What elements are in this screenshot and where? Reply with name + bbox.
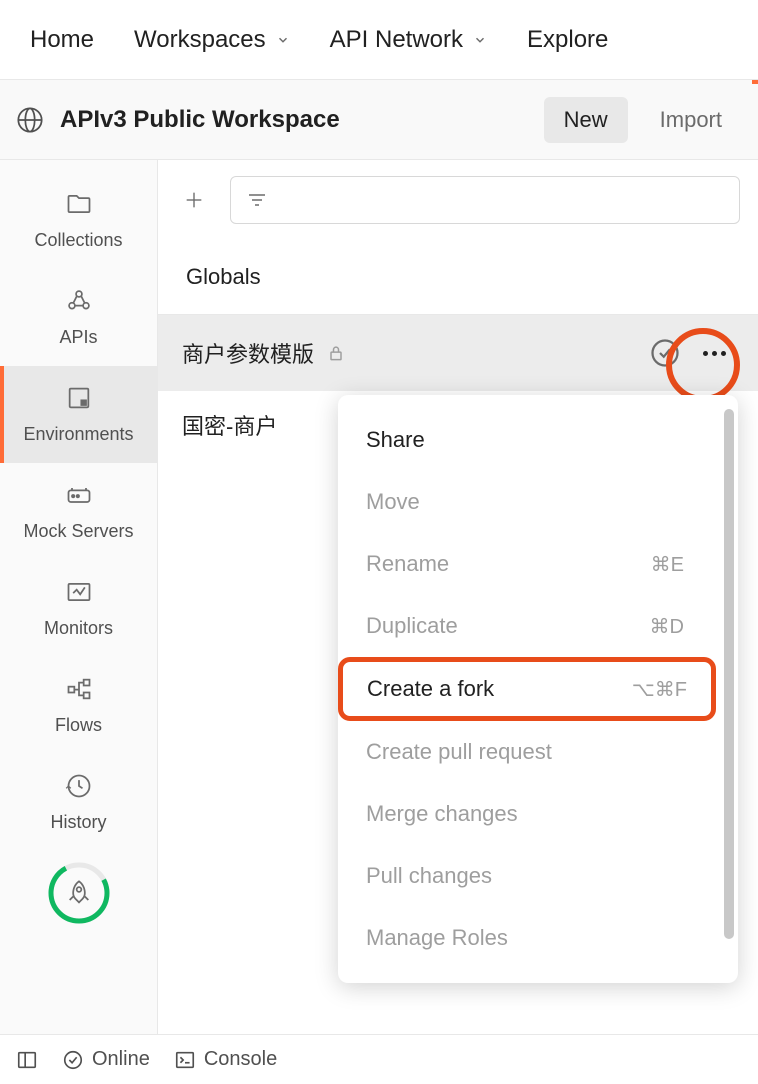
top-nav: Home Workspaces API Network Explore bbox=[0, 0, 758, 80]
menu-merge-changes: Merge changes bbox=[338, 783, 712, 845]
import-button[interactable]: Import bbox=[640, 97, 742, 143]
nav-home[interactable]: Home bbox=[30, 26, 94, 54]
context-menu: Share Move Rename⌘E Duplicate⌘D Create a… bbox=[338, 395, 738, 983]
sidebar-label: History bbox=[50, 812, 106, 833]
filter-icon bbox=[245, 188, 269, 212]
sidebar-label: Collections bbox=[34, 230, 122, 251]
console-icon bbox=[174, 1049, 196, 1071]
menu-pull-changes: Pull changes bbox=[338, 845, 712, 907]
online-label: Online bbox=[92, 1048, 150, 1071]
progress-ring bbox=[47, 861, 111, 925]
sidebar-item-mock-servers[interactable]: Mock Servers bbox=[0, 463, 157, 560]
env-name-text: 国密-商户 bbox=[182, 409, 277, 441]
sidebar: Collections APIs Environments Mock Serve… bbox=[0, 160, 158, 1034]
accent-indicator bbox=[752, 80, 758, 84]
console-label: Console bbox=[204, 1048, 277, 1071]
workspace-actions: New Import bbox=[544, 97, 742, 143]
apis-icon bbox=[65, 287, 93, 315]
more-options-button[interactable] bbox=[694, 333, 734, 373]
nav-api-network-label: API Network bbox=[330, 26, 463, 54]
sidebar-label: Mock Servers bbox=[23, 521, 133, 542]
menu-manage-roles: Manage Roles bbox=[338, 907, 712, 969]
menu-duplicate: Duplicate⌘D bbox=[338, 595, 712, 657]
sidebar-item-flows[interactable]: Flows bbox=[0, 657, 157, 754]
menu-scrollbar[interactable] bbox=[724, 409, 734, 939]
footer-bar: Online Console bbox=[0, 1034, 758, 1084]
chevron-down-icon bbox=[473, 33, 487, 47]
monitors-icon bbox=[65, 578, 93, 606]
workspace-info: APIv3 Public Workspace bbox=[16, 106, 340, 134]
environment-row[interactable]: 商户参数模版 bbox=[158, 315, 758, 391]
rocket-badge[interactable] bbox=[47, 861, 111, 925]
environment-name: 商户参数模版 bbox=[182, 337, 636, 369]
content-header bbox=[158, 160, 758, 240]
globe-icon bbox=[16, 106, 44, 134]
add-button[interactable] bbox=[176, 182, 212, 218]
sidebar-label: Flows bbox=[55, 715, 102, 736]
check-circle-icon bbox=[62, 1049, 84, 1071]
panel-icon bbox=[16, 1049, 38, 1071]
nav-workspaces[interactable]: Workspaces bbox=[134, 26, 290, 54]
workspace-title: APIv3 Public Workspace bbox=[60, 106, 340, 134]
history-icon bbox=[65, 772, 93, 800]
folder-icon bbox=[65, 190, 93, 218]
nav-workspaces-label: Workspaces bbox=[134, 26, 266, 54]
more-horizontal-icon bbox=[703, 351, 726, 356]
environments-icon bbox=[65, 384, 93, 412]
env-name-text: 商户参数模版 bbox=[182, 337, 314, 369]
lock-icon bbox=[326, 343, 346, 363]
sidebar-item-apis[interactable]: APIs bbox=[0, 269, 157, 366]
sidebar-label: Environments bbox=[23, 424, 133, 445]
sidebar-item-history[interactable]: History bbox=[0, 754, 157, 851]
sidebar-item-environments[interactable]: Environments bbox=[0, 366, 157, 463]
flows-icon bbox=[65, 675, 93, 703]
chevron-down-icon bbox=[276, 33, 290, 47]
menu-move: Move bbox=[338, 471, 712, 533]
sidebar-item-collections[interactable]: Collections bbox=[0, 172, 157, 269]
sidebar-label: Monitors bbox=[44, 618, 113, 639]
footer-console[interactable]: Console bbox=[174, 1048, 277, 1071]
menu-rename: Rename⌘E bbox=[338, 533, 712, 595]
footer-online-status[interactable]: Online bbox=[62, 1048, 150, 1071]
sidebar-label: APIs bbox=[59, 327, 97, 348]
nav-api-network[interactable]: API Network bbox=[330, 26, 487, 54]
nav-explore[interactable]: Explore bbox=[527, 26, 608, 54]
globals-header[interactable]: Globals bbox=[158, 240, 758, 315]
new-button[interactable]: New bbox=[544, 97, 628, 143]
filter-input[interactable] bbox=[230, 176, 740, 224]
plus-icon bbox=[183, 189, 205, 211]
menu-create-fork[interactable]: Create a fork⌥⌘F bbox=[338, 657, 716, 721]
menu-create-pr: Create pull request bbox=[338, 721, 712, 783]
server-icon bbox=[65, 481, 93, 509]
workspace-bar: APIv3 Public Workspace New Import bbox=[0, 80, 758, 160]
menu-share[interactable]: Share bbox=[338, 409, 712, 471]
footer-panel-toggle[interactable] bbox=[16, 1049, 38, 1071]
check-circle-icon[interactable] bbox=[650, 338, 680, 368]
sidebar-item-monitors[interactable]: Monitors bbox=[0, 560, 157, 657]
